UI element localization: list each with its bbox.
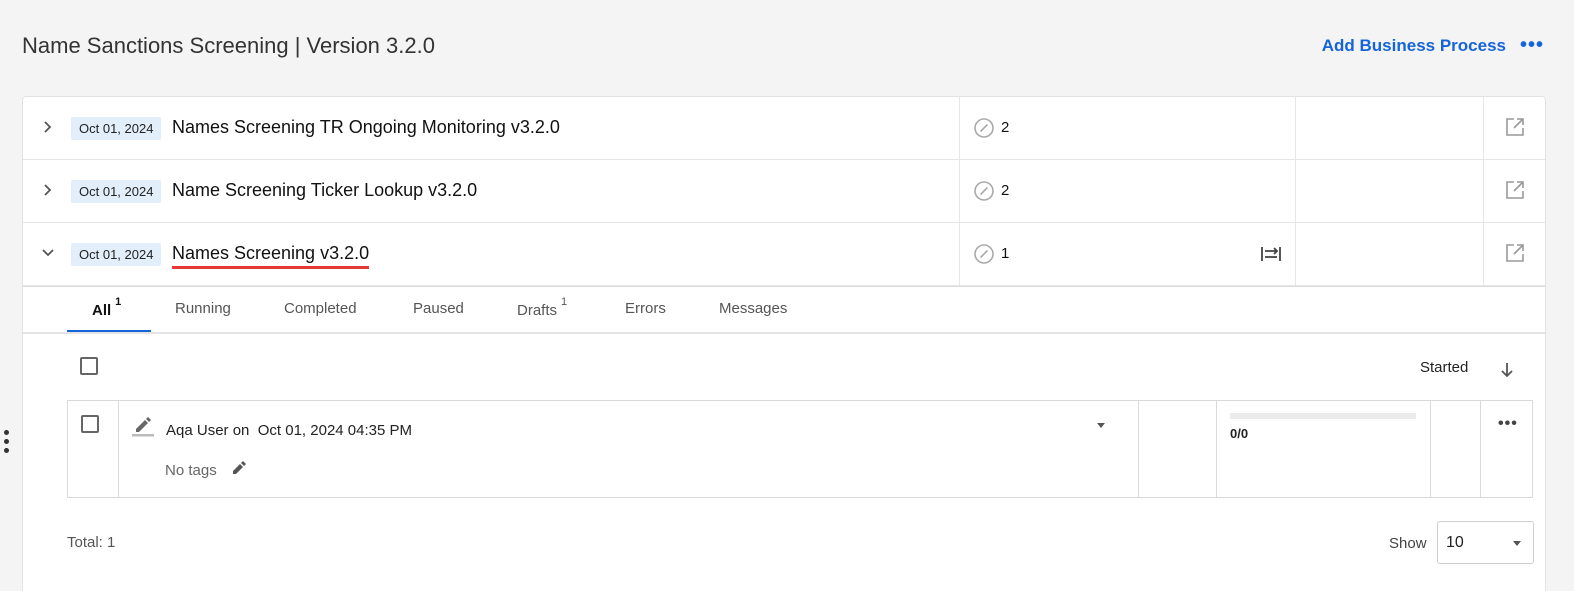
page-size-select[interactable]: 10: [1437, 521, 1534, 564]
total-count: Total: 1: [67, 534, 116, 551]
instance-timestamp: Oct 01, 2024 04:35 PM: [257, 422, 412, 439]
sort-label[interactable]: Started: [1420, 359, 1468, 376]
tab-label: Drafts: [517, 302, 558, 319]
instance-count: 1: [1001, 245, 1010, 262]
process-row: Oct 01, 2024 Names Screening TR Ongoing …: [23, 97, 1545, 160]
tab-badge: 1: [115, 296, 122, 308]
instance-count-icon: [974, 181, 994, 201]
tab-badge: 1: [561, 296, 568, 308]
column-divider: [118, 401, 119, 497]
instance-count: 2: [1001, 119, 1010, 136]
instance-count-icon: [974, 118, 994, 138]
process-name[interactable]: Name Screening Ticker Lookup v3.2.0: [172, 180, 477, 201]
page-size-value: 10: [1446, 534, 1464, 551]
column-divider: [1295, 223, 1296, 285]
tab-running[interactable]: Running: [175, 300, 231, 317]
page-header: Name Sanctions Screening | Version 3.2.0…: [0, 0, 1574, 96]
process-name[interactable]: Names Screening v3.2.0: [172, 243, 370, 269]
page-size-label: Show: [1389, 535, 1427, 552]
select-all-checkbox[interactable]: [80, 357, 98, 375]
arrow-down-icon[interactable]: [1497, 360, 1517, 380]
chevron-down-icon[interactable]: [39, 244, 57, 262]
instance-count: 2: [1001, 182, 1010, 199]
chevron-right-icon[interactable]: [39, 118, 57, 136]
process-card: Oct 01, 2024 Names Screening TR Ongoing …: [22, 96, 1546, 591]
column-divider: [959, 223, 960, 285]
tab-label: All: [92, 302, 112, 319]
chevron-right-icon[interactable]: [39, 181, 57, 199]
process-row: Oct 01, 2024 Names Screening v3.2.0 1: [23, 223, 1545, 286]
open-external-icon[interactable]: [1503, 178, 1527, 202]
tab-label: Errors: [625, 300, 666, 317]
column-divider: [1480, 401, 1481, 497]
tab-messages[interactable]: Messages: [719, 300, 787, 317]
column-divider: [1430, 401, 1431, 497]
tab-label: Paused: [413, 300, 464, 317]
row-more-icon[interactable]: •••: [1498, 415, 1518, 433]
open-external-icon[interactable]: [1503, 115, 1527, 139]
column-divider: [1483, 97, 1484, 159]
caret-down-icon[interactable]: [1094, 418, 1108, 432]
add-business-process-button[interactable]: Add Business Process: [1322, 36, 1506, 56]
process-row: Oct 01, 2024 Name Screening Ticker Looku…: [23, 160, 1545, 223]
tab-drafts[interactable]: Drafts 1: [517, 296, 567, 319]
more-horizontal-icon[interactable]: •••: [1520, 34, 1544, 57]
tab-completed[interactable]: Completed: [284, 300, 357, 317]
instance-count-icon: [974, 244, 994, 264]
caret-down-icon: [1513, 541, 1521, 546]
column-divider: [1295, 160, 1296, 222]
draft-pencil-icon: [132, 417, 154, 437]
tab-errors[interactable]: Errors: [625, 300, 666, 317]
tab-label: Completed: [284, 300, 357, 317]
instance-user: Aqa User on: [166, 422, 250, 439]
column-divider: [959, 97, 960, 159]
progress-bar: [1230, 413, 1416, 419]
column-divider: [1295, 97, 1296, 159]
start-instance-icon[interactable]: [1258, 241, 1284, 267]
instance-row[interactable]: Aqa User on Oct 01, 2024 04:35 PM No tag…: [67, 400, 1533, 498]
column-divider: [959, 160, 960, 222]
column-divider: [1483, 223, 1484, 285]
row-checkbox[interactable]: [81, 415, 99, 433]
tab-paused[interactable]: Paused: [413, 300, 464, 317]
date-badge: Oct 01, 2024: [71, 243, 162, 266]
tab-label: Messages: [719, 300, 788, 317]
tab-all[interactable]: All 1: [92, 296, 121, 319]
column-divider: [1216, 401, 1217, 497]
active-tab-indicator: [67, 330, 151, 332]
date-badge: Oct 01, 2024: [71, 117, 162, 140]
open-external-icon[interactable]: [1503, 241, 1527, 265]
date-badge: Oct 01, 2024: [71, 180, 162, 203]
column-divider: [1138, 401, 1139, 497]
instance-tabs: All 1 Running Completed Paused Drafts 1 Er…: [23, 286, 1545, 334]
tab-label: Running: [175, 300, 231, 317]
tags-label: No tags: [165, 462, 217, 479]
instance-meta: Aqa User on Oct 01, 2024 04:35 PM: [166, 422, 412, 439]
page-title: Name Sanctions Screening | Version 3.2.0: [22, 33, 435, 58]
progress-text: 0/0: [1230, 426, 1249, 441]
column-divider: [1483, 160, 1484, 222]
resize-handle-icon[interactable]: [4, 430, 12, 458]
process-name[interactable]: Names Screening TR Ongoing Monitoring v3…: [172, 117, 560, 138]
edit-tags-icon[interactable]: [230, 459, 248, 477]
